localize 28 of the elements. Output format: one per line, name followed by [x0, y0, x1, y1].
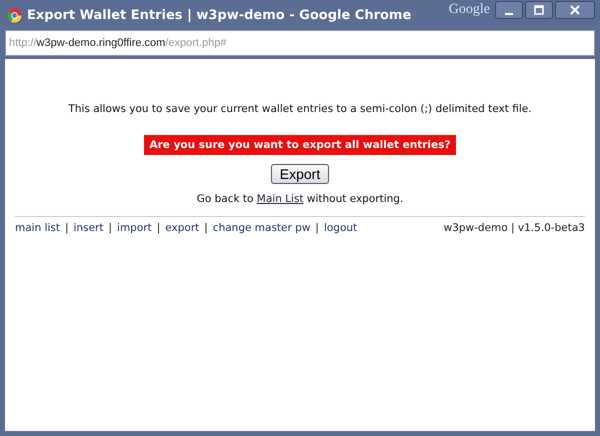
intro-text: This allows you to save your current wallet entries to a semi-colon (;) delimited text file.: [67, 103, 533, 115]
close-button[interactable]: [555, 1, 595, 19]
url-text: http://w3pw-demo.ring0ffire.com/export.php#: [9, 37, 226, 49]
export-button[interactable]: Export: [270, 164, 330, 184]
main-list-link[interactable]: Main List: [256, 193, 304, 205]
minimize-button[interactable]: [495, 1, 523, 19]
nav-separator: |: [315, 222, 319, 234]
version-text: w3pw-demo | v1.5.0-beta3: [444, 222, 585, 234]
brand-label: Google: [448, 2, 490, 18]
back-text: Go back to Main List without exporting.: [196, 193, 404, 205]
nav-link[interactable]: main list: [15, 222, 60, 234]
nav-link[interactable]: insert: [74, 222, 104, 234]
address-bar[interactable]: http://w3pw-demo.ring0ffire.com/export.php#: [5, 30, 595, 56]
nav-separator: |: [108, 222, 112, 234]
close-icon: [570, 5, 580, 15]
nav-link[interactable]: import: [117, 222, 152, 234]
nav-separator: |: [204, 222, 208, 234]
minimize-icon: [505, 12, 513, 14]
nav-link[interactable]: logout: [324, 222, 358, 234]
nav-separator: |: [65, 222, 69, 234]
nav-link[interactable]: change master pw: [212, 222, 310, 234]
window-title: Export Wallet Entries | w3pw-demo - Google Chrome: [27, 8, 412, 22]
chrome-logo-icon: [7, 8, 22, 22]
nav-separator: |: [156, 222, 160, 234]
maximize-icon: [534, 5, 544, 15]
warning-banner: Are you sure you want to export all wallet entries?: [144, 135, 456, 155]
nav-link[interactable]: export: [165, 222, 200, 234]
maximize-button[interactable]: [525, 1, 553, 19]
